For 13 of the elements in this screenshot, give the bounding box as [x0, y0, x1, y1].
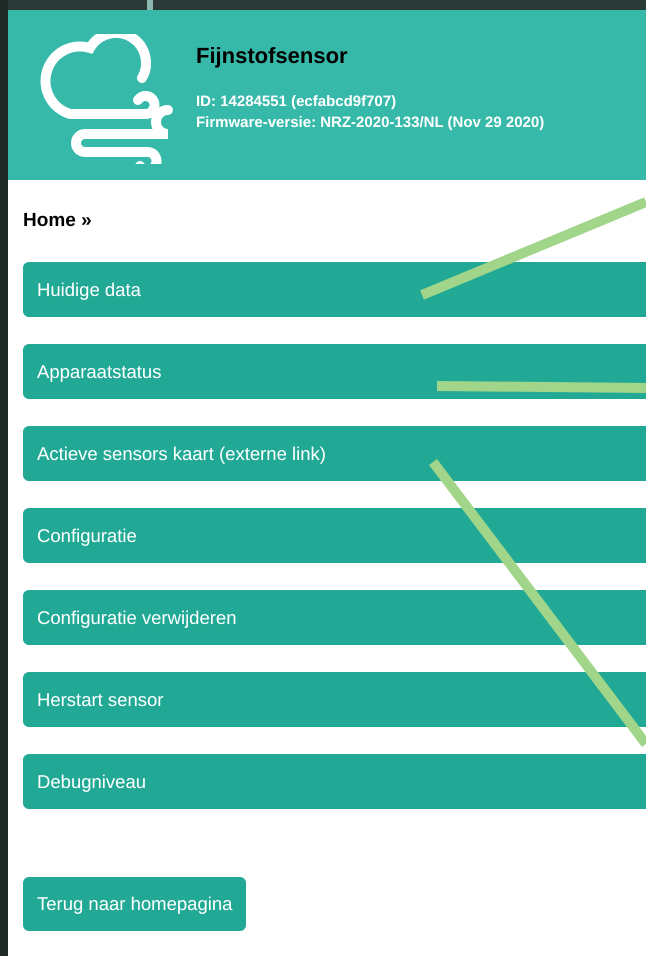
menu-button[interactable]: Debugniveau: [23, 754, 646, 809]
back-button[interactable]: Terug naar homepagina: [23, 877, 246, 931]
menu-button[interactable]: Configuratie: [23, 508, 646, 563]
breadcrumb[interactable]: Home »: [23, 210, 646, 232]
menu-button[interactable]: Huidige data: [23, 262, 646, 317]
site-title: Fijnstofsensor: [196, 43, 349, 69]
menu-button[interactable]: Actieve sensors kaart (externe link): [23, 426, 646, 481]
window-border: [147, 0, 153, 10]
menu-button[interactable]: Herstart sensor: [23, 672, 646, 727]
menu-button[interactable]: Apparaatstatus: [23, 344, 646, 399]
menu-button[interactable]: Configuratie verwijderen: [23, 590, 646, 645]
device-id: ID: 14284551 (ecfabcd9f707): [196, 92, 398, 112]
firmware-version: Firmware-versie: NRZ-2020-133/NL (Nov 29 2020): [196, 113, 544, 133]
